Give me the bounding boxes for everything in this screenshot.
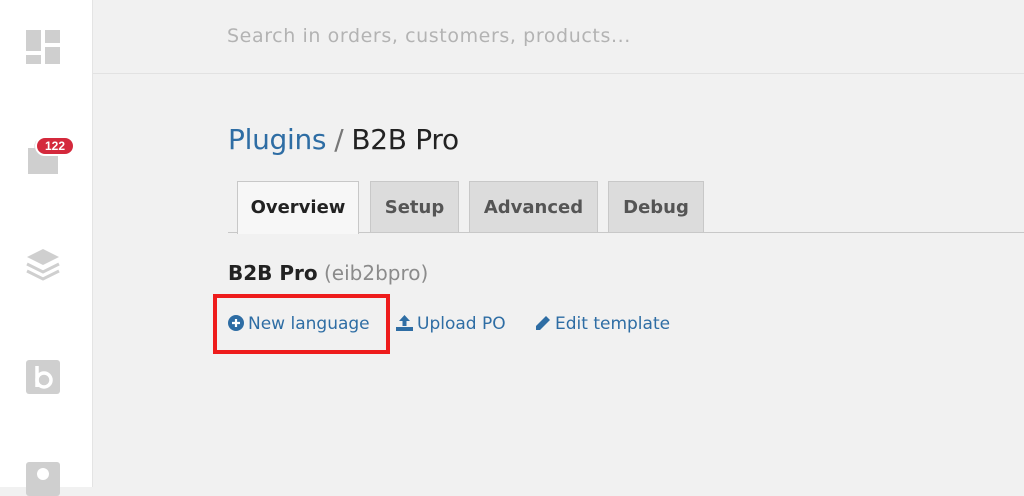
breadcrumb-separator: /: [334, 123, 344, 156]
b-logo-icon[interactable]: [26, 360, 60, 394]
user-icon[interactable]: [26, 462, 60, 496]
tab-overview[interactable]: Overview: [237, 181, 359, 234]
edit-template-label: Edit template: [555, 314, 671, 334]
plugin-name: B2B Pro: [228, 261, 318, 285]
plugin-heading: B2B Pro (eib2bpro): [228, 259, 428, 287]
breadcrumb: Plugins / B2B Pro: [228, 120, 459, 160]
breadcrumb-plugins-link[interactable]: Plugins: [228, 123, 327, 156]
upload-po-label: Upload PO: [417, 314, 506, 334]
tab-advanced[interactable]: Advanced: [469, 181, 598, 232]
top-search-bar: [93, 0, 1024, 74]
tab-debug[interactable]: Debug: [608, 181, 704, 232]
sidebar: 122: [0, 0, 93, 496]
dashboard-icon[interactable]: [26, 30, 60, 64]
tab-setup[interactable]: Setup: [370, 181, 459, 232]
breadcrumb-current: B2B Pro: [351, 123, 459, 156]
highlight-box: [213, 294, 390, 354]
edit-template-link[interactable]: Edit template: [535, 311, 670, 337]
pencil-icon: [535, 313, 551, 339]
upload-icon: [396, 313, 413, 339]
upload-po-link[interactable]: Upload PO: [396, 311, 506, 337]
search-input[interactable]: [227, 20, 927, 52]
layers-icon[interactable]: [26, 247, 60, 281]
orders-count-badge: 122: [35, 136, 75, 156]
plugin-slug: (eib2bpro): [324, 261, 429, 285]
